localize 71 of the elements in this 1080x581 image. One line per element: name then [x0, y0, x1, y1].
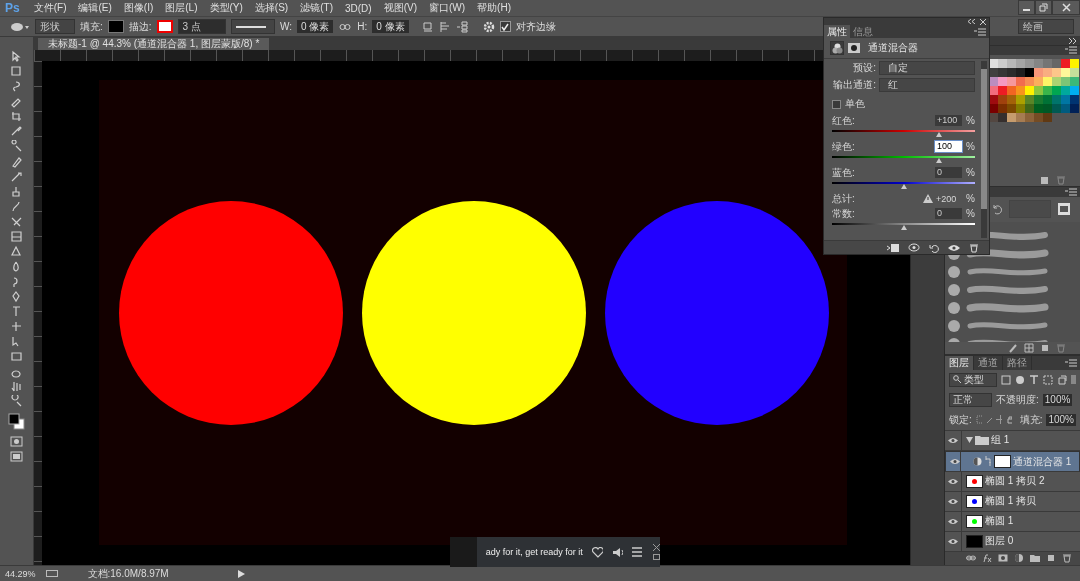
value-field[interactable]: 0: [935, 208, 962, 219]
output-channel-label: 输出通道:: [832, 78, 877, 92]
width-label: W:: [279, 21, 292, 32]
slider-label: 总计:: [832, 191, 855, 206]
fill-label: 填充:: [1019, 412, 1043, 427]
fill-field[interactable]: 100%: [1046, 413, 1076, 426]
song-lyric: ady for it, get ready for it: [485, 547, 583, 557]
document-tab[interactable]: 未标题-1 @ 44.3% (通道混合器 1, 图层蒙版/8) *: [38, 38, 270, 50]
layer-row[interactable]: 椭圆 1 拷贝 2: [945, 471, 1080, 492]
panel-title: 通道混合器: [868, 41, 918, 55]
menu-item[interactable]: 类型(Y): [203, 1, 249, 15]
width-field[interactable]: 0 像素: [296, 20, 334, 33]
layer-name: 图层 0: [985, 534, 1014, 549]
layer-row[interactable]: 椭圆 1: [945, 511, 1080, 532]
stroke-width-dropdown[interactable]: 3 点: [177, 19, 226, 34]
height-field[interactable]: 0 像素: [372, 20, 409, 33]
blend-mode-dropdown[interactable]: 正常: [949, 392, 992, 407]
fill-label: 填充:: [80, 19, 103, 34]
preset-label: 预设:: [852, 61, 877, 75]
slider-label: 绿色:: [832, 139, 855, 154]
layer-filter-dropdown[interactable]: 类型: [949, 372, 997, 387]
menu-item[interactable]: 选择(S): [248, 1, 295, 15]
percent-unit: %: [965, 208, 975, 219]
shape-mode-dropdown[interactable]: 形状: [35, 19, 75, 34]
slider-label: 红色:: [832, 113, 855, 128]
layer-row[interactable]: 通道混合器 1: [945, 450, 1080, 472]
panel-tab[interactable]: 路径: [1003, 355, 1032, 370]
layer-name: 通道混合器 1: [1013, 454, 1072, 468]
value-field[interactable]: 100: [935, 141, 962, 152]
opacity-field[interactable]: 100%: [1042, 393, 1073, 406]
layer-row[interactable]: 组 1: [945, 430, 1080, 451]
panel-tab[interactable]: 信息: [850, 25, 876, 38]
lock-label: 锁定:: [949, 412, 972, 427]
percent-unit: %: [965, 141, 975, 152]
total-value: +200: [936, 193, 958, 204]
menu-item[interactable]: 图层(L): [159, 1, 204, 15]
percent-unit: %: [965, 167, 975, 178]
opacity-label: 不透明度:: [996, 392, 1039, 407]
align-edges-label: 对齐边缘: [515, 19, 556, 34]
panel-tab[interactable]: 图层: [945, 355, 974, 370]
menu-item[interactable]: 编辑(E): [72, 1, 118, 15]
layer-row[interactable]: 图层 0: [945, 531, 1080, 552]
value-field[interactable]: +100: [935, 115, 962, 126]
slider-label: 常数:: [832, 206, 855, 221]
workspace-dropdown[interactable]: 绘画: [1018, 19, 1074, 34]
panel-tab[interactable]: 属性: [824, 25, 850, 38]
stroke-label: 描边:: [128, 19, 152, 34]
menu-item[interactable]: 滤镜(T): [294, 1, 339, 15]
monochrome-label: 单色: [845, 97, 865, 111]
menu-item[interactable]: 图像(I): [117, 1, 160, 15]
panel-tab[interactable]: 通道: [974, 355, 1003, 370]
layer-name: 椭圆 1 拷贝 2: [985, 474, 1045, 489]
preset-dropdown[interactable]: 自定: [879, 61, 975, 75]
value-field[interactable]: 0: [935, 167, 962, 178]
document-info: 文档:16.0M/8.97M: [87, 566, 170, 581]
menu-item[interactable]: 文件(F): [27, 1, 73, 15]
layer-name: 椭圆 1 拷贝: [985, 494, 1037, 509]
height-label: H:: [357, 21, 368, 32]
app-logo: Ps: [4, 1, 21, 15]
zoom-level: 44.29%: [5, 568, 36, 579]
menu-item[interactable]: 帮助(H): [471, 1, 517, 15]
output-channel-dropdown[interactable]: 红: [879, 78, 975, 92]
slider-label: 蓝色:: [832, 165, 855, 180]
layer-name: 组 1: [991, 433, 1010, 448]
percent-unit: %: [965, 115, 975, 126]
menu-item[interactable]: 视图(V): [377, 1, 423, 15]
percent-unit: %: [965, 193, 975, 204]
menu-item[interactable]: 3D(D): [338, 2, 378, 14]
menu-item[interactable]: 窗口(W): [423, 1, 472, 15]
layer-name: 椭圆 1: [985, 514, 1014, 529]
layer-row[interactable]: 椭圆 1 拷贝: [945, 491, 1080, 512]
